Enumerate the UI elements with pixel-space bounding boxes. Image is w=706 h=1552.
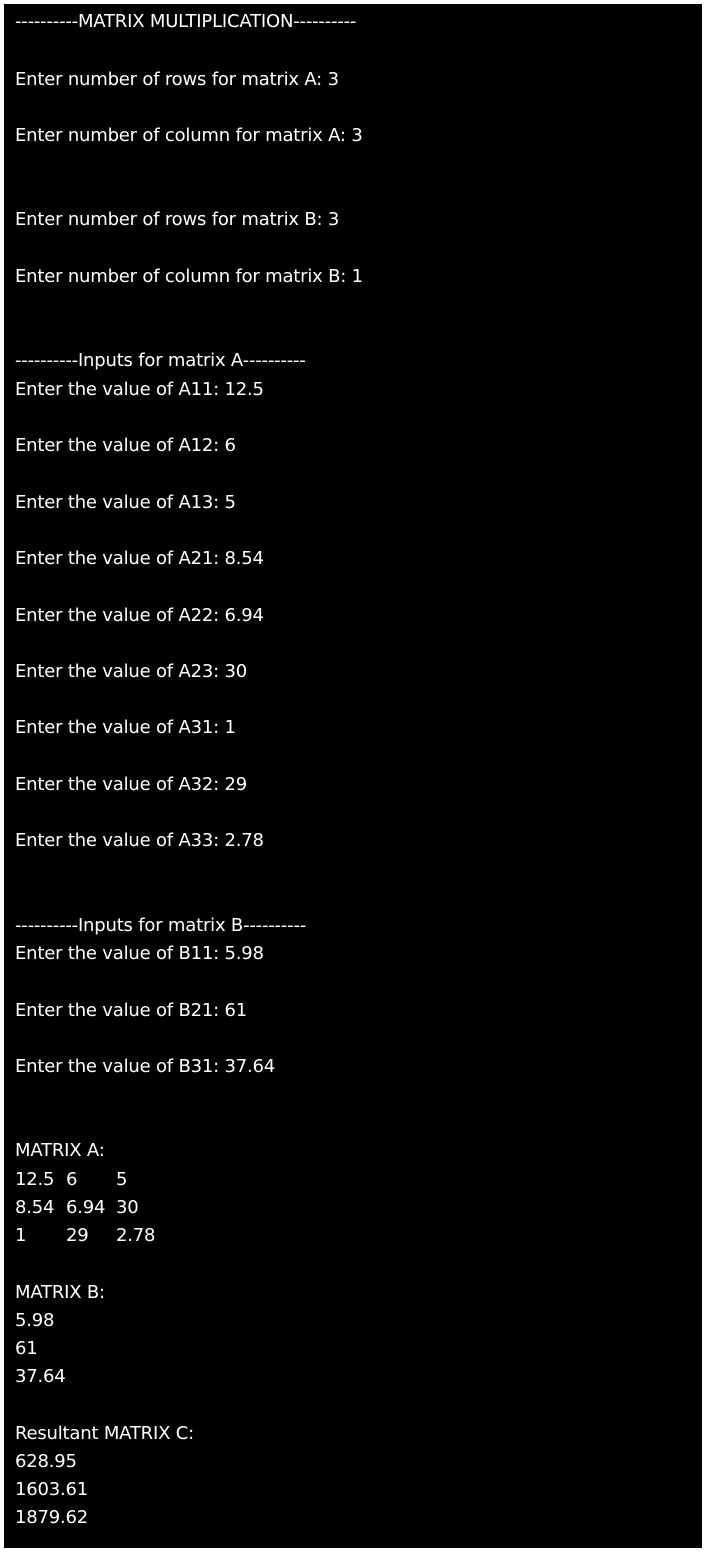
matrix-b-label: MATRIX B: <box>15 1282 105 1303</box>
input-a12-line: Enter the value of A12: 6 <box>15 435 236 456</box>
matrix-b-cell: 61 <box>15 1338 38 1359</box>
input-a11-line: Enter the value of A11: 12.5 <box>15 379 264 400</box>
input-a32-line: Enter the value of A32: 29 <box>15 774 247 795</box>
matrix-a-cell: 6 <box>66 1169 78 1190</box>
matrix-a-cell: 5 <box>116 1169 128 1190</box>
matrix-a-cell: 29 <box>66 1225 89 1246</box>
matrix-b-cell: 37.64 <box>15 1366 66 1387</box>
matrix-a-cell: 1 <box>15 1225 27 1246</box>
input-b21-line: Enter the value of B21: 61 <box>15 1000 247 1021</box>
input-a21-line: Enter the value of A21: 8.54 <box>15 548 264 569</box>
matrix-a-cell: 6.94 <box>66 1197 106 1218</box>
rows-b-prompt: Enter number of rows for matrix B: 3 <box>15 209 340 230</box>
matrix-c-cell: 1879.62 <box>15 1507 89 1528</box>
rows-a-prompt: Enter number of rows for matrix A: 3 <box>15 69 339 90</box>
matrix-a-cell: 2.78 <box>116 1225 156 1246</box>
inputs-a-header: ----------Inputs for matrix A---------- <box>15 350 306 371</box>
inputs-b-header: ----------Inputs for matrix B---------- <box>15 915 307 936</box>
input-a13-line: Enter the value of A13: 5 <box>15 492 236 513</box>
matrix-c-label: Resultant MATRIX C: <box>15 1423 194 1444</box>
matrix-a-label: MATRIX A: <box>15 1140 105 1161</box>
cols-b-prompt: Enter number of column for matrix B: 1 <box>15 266 363 287</box>
cols-a-prompt: Enter number of column for matrix A: 3 <box>15 125 363 146</box>
program-header: ----------MATRIX MULTIPLICATION---------… <box>15 11 357 32</box>
input-a23-line: Enter the value of A23: 30 <box>15 661 247 682</box>
input-a33-line: Enter the value of A33: 2.78 <box>15 830 264 851</box>
matrix-a-cell: 8.54 <box>15 1197 55 1218</box>
input-b31-line: Enter the value of B31: 37.64 <box>15 1056 276 1077</box>
console-window: ----------MATRIX MULTIPLICATION---------… <box>4 4 702 1548</box>
input-b11-line: Enter the value of B11: 5.98 <box>15 943 264 964</box>
input-a31-line: Enter the value of A31: 1 <box>15 717 236 738</box>
matrix-a-cell: 12.5 <box>15 1169 55 1190</box>
matrix-c-cell: 1603.61 <box>15 1479 89 1500</box>
matrix-a-cell: 30 <box>116 1197 139 1218</box>
input-a22-line: Enter the value of A22: 6.94 <box>15 605 264 626</box>
matrix-b-cell: 5.98 <box>15 1310 55 1331</box>
matrix-c-cell: 628.95 <box>15 1451 77 1472</box>
